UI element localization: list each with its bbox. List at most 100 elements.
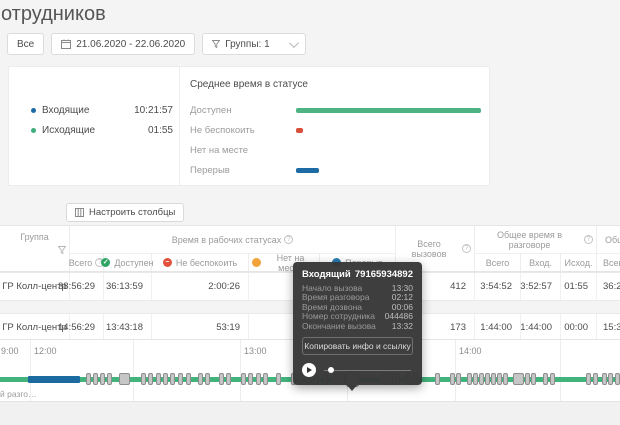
call-marker[interactable] <box>198 373 203 385</box>
info-icon[interactable]: ? <box>284 235 293 244</box>
call-marker[interactable] <box>503 373 508 385</box>
call-detail-popup: Входящий 79165934892 Начало вызова 13:30… <box>293 262 422 385</box>
call-marker[interactable] <box>178 373 183 385</box>
cell-overflow-total: 15:33 <box>597 314 620 341</box>
call-phone-number: 79165934892 <box>355 269 413 280</box>
status-row-dnd: Не беспокоить <box>190 125 481 135</box>
avg-status-panel: Среднее время в статусе Доступен Не бесп… <box>190 79 481 90</box>
status-label: Нет на месте <box>190 145 296 156</box>
call-marker[interactable] <box>513 373 524 385</box>
status-label: Перерыв <box>190 165 296 176</box>
status-bar-dnd <box>296 128 303 133</box>
call-marker[interactable] <box>93 373 98 385</box>
call-marker[interactable] <box>170 373 175 385</box>
chevron-down-icon <box>289 38 299 48</box>
subheader-available-label: Доступен <box>114 258 153 268</box>
call-marker[interactable] <box>491 373 496 385</box>
avg-status-title: Среднее время в статусе <box>190 79 481 90</box>
player-handle[interactable] <box>328 367 334 373</box>
status-bar-break <box>296 168 319 173</box>
call-marker[interactable] <box>86 373 91 385</box>
call-marker[interactable] <box>119 373 130 385</box>
card-divider <box>179 67 180 185</box>
call-marker[interactable] <box>467 373 472 385</box>
status-label: Не беспокоить <box>190 125 296 136</box>
call-marker[interactable] <box>156 373 161 385</box>
copy-info-button[interactable]: Копировать инфо и ссылку <box>302 337 413 355</box>
legend-item-outgoing: Исходящие 01:55 <box>31 125 173 136</box>
subheader-talk-total-label: Всего <box>486 258 510 268</box>
call-marker[interactable] <box>593 373 598 385</box>
call-marker[interactable] <box>141 373 146 385</box>
call-marker[interactable] <box>615 373 620 385</box>
subheader-total[interactable]: Всего? <box>70 253 104 271</box>
bottom-strip <box>0 401 620 425</box>
play-button[interactable] <box>302 363 316 377</box>
total-calls-label: Всего вызовов <box>399 239 459 259</box>
filter-all-chip[interactable]: Все <box>7 33 44 55</box>
call-marker[interactable] <box>256 373 261 385</box>
outgoing-value: 01:55 <box>148 125 173 136</box>
subheader-available[interactable]: ✓ Доступен <box>104 253 152 271</box>
call-marker[interactable] <box>497 373 502 385</box>
call-marker[interactable] <box>226 373 231 385</box>
subheader-dnd[interactable]: − Не беспокоить <box>152 253 249 271</box>
call-marker[interactable] <box>550 373 555 385</box>
legend-item-incoming: Входящие 10:21:57 <box>31 105 173 116</box>
subheader-talk-in[interactable]: Вход. <box>521 253 561 271</box>
subheader-talk-out[interactable]: Исход. <box>561 253 597 271</box>
timeline-row-label: й разго… <box>0 389 37 399</box>
field-value: 13:32 <box>392 322 413 331</box>
groups-filter-chip[interactable]: Группы: 1 <box>202 33 305 55</box>
status-row-available: Доступен <box>190 105 481 115</box>
call-marker[interactable] <box>608 373 613 385</box>
configure-columns-label: Настроить столбцы <box>89 207 175 218</box>
column-header-group[interactable]: Группа <box>0 226 70 271</box>
timeline-gridline <box>133 340 134 401</box>
date-range-chip[interactable]: 21.06.2020 - 22.06.2020 <box>51 33 195 55</box>
player-track[interactable] <box>324 370 411 371</box>
call-marker[interactable] <box>219 373 224 385</box>
call-marker[interactable] <box>456 373 461 385</box>
call-marker[interactable] <box>241 373 246 385</box>
call-marker[interactable] <box>586 373 591 385</box>
cell-dnd: 53:19 <box>152 314 249 341</box>
call-marker[interactable] <box>148 373 153 385</box>
call-marker[interactable] <box>525 373 530 385</box>
call-marker[interactable] <box>531 373 536 385</box>
info-icon[interactable]: ? <box>584 235 593 244</box>
configure-columns-button[interactable]: Настроить столбцы <box>66 203 184 222</box>
call-marker[interactable] <box>263 373 268 385</box>
subheader-overflow-total[interactable]: Всего <box>597 253 620 271</box>
call-marker[interactable] <box>186 373 191 385</box>
call-marker[interactable] <box>473 373 478 385</box>
timeline-gridline <box>560 340 561 401</box>
call-marker[interactable] <box>602 373 607 385</box>
outgoing-label: Исходящие <box>42 125 95 136</box>
away-status-icon <box>252 258 261 267</box>
subheader-talk-total[interactable]: Всего <box>475 253 521 271</box>
call-marker[interactable] <box>163 373 168 385</box>
call-marker[interactable] <box>100 373 105 385</box>
column-filter-funnel-icon[interactable] <box>58 246 66 254</box>
play-icon <box>307 367 312 373</box>
call-marker[interactable] <box>543 373 548 385</box>
cell-available: 36:13:59 <box>104 273 152 300</box>
call-marker[interactable] <box>205 373 210 385</box>
subheader-talk-out-label: Исход. <box>565 258 593 268</box>
call-marker[interactable] <box>450 373 455 385</box>
call-marker[interactable] <box>435 373 440 385</box>
call-marker[interactable] <box>479 373 484 385</box>
call-marker[interactable] <box>107 373 112 385</box>
call-direction: Входящий <box>302 269 351 280</box>
info-icon[interactable]: ? <box>462 244 471 253</box>
timeline-tick-label: 14:00 <box>459 346 482 356</box>
call-marker[interactable] <box>485 373 490 385</box>
talk-time-label: Общее время в разговоре <box>478 230 581 250</box>
available-status-icon: ✓ <box>101 258 110 267</box>
audio-player <box>302 363 413 377</box>
call-marker[interactable] <box>248 373 253 385</box>
call-marker[interactable] <box>276 373 281 385</box>
subheader-total-label: Всего <box>69 258 93 268</box>
status-label: Доступен <box>190 105 296 116</box>
